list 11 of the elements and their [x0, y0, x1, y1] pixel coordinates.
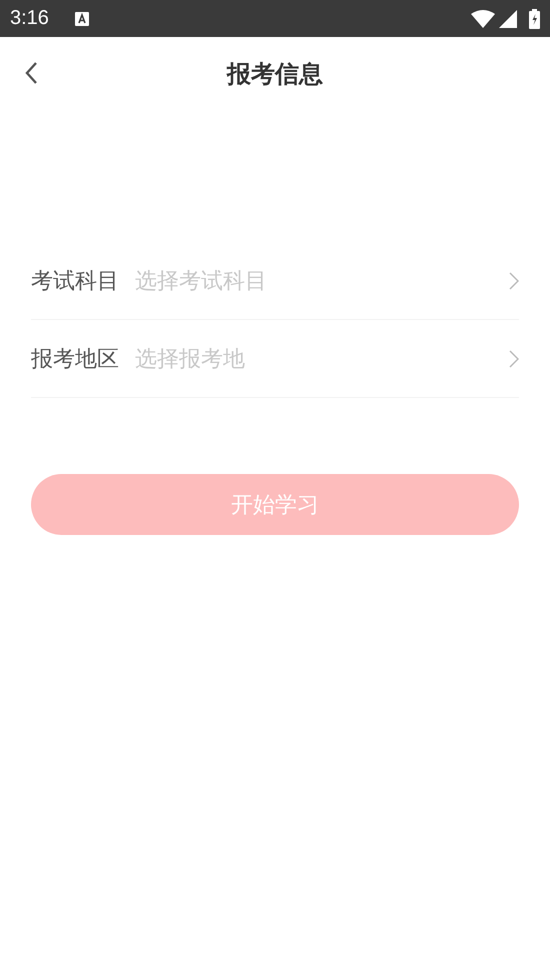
field-label: 考试科目	[31, 268, 119, 296]
page-title: 报考信息	[227, 58, 323, 90]
signal-icon	[499, 10, 517, 28]
status-time: 3:16	[10, 7, 49, 30]
chevron-icon	[509, 272, 519, 290]
wifi-icon	[471, 10, 495, 28]
keyboard-icon	[74, 12, 89, 26]
field-label: 报考地区	[31, 346, 119, 374]
battery-icon	[529, 8, 540, 28]
back-icon	[24, 61, 38, 85]
chevron-icon	[509, 350, 519, 368]
